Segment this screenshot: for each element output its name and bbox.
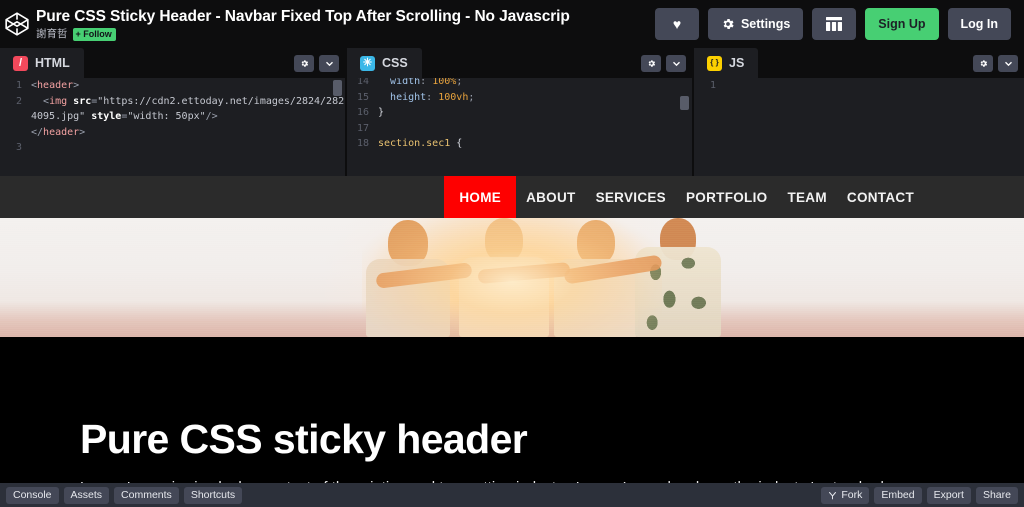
settings-button[interactable]: Settings: [707, 8, 804, 40]
console-button[interactable]: Console: [6, 486, 59, 504]
codepen-top-bar: Pure CSS Sticky Header - Navbar Fixed To…: [0, 0, 1024, 48]
js-code-area[interactable]: 1: [694, 78, 1024, 176]
hero-text-section: Pure CSS sticky header Lorem Ipsum is si…: [0, 337, 1024, 483]
bottom-toolbar: Console Assets Comments Shortcuts Fork E…: [0, 483, 1024, 507]
html-settings-gear-icon[interactable]: [294, 54, 314, 72]
tab-js[interactable]: { } JS: [694, 48, 759, 78]
comments-button[interactable]: Comments: [114, 486, 179, 504]
assets-button[interactable]: Assets: [63, 486, 110, 504]
css-editor-header: ✳ CSS: [347, 48, 692, 78]
html-editor-scrollbar[interactable]: [333, 80, 342, 96]
js-collapse-chevron-down-icon[interactable]: [998, 54, 1018, 72]
share-button[interactable]: Share: [975, 486, 1018, 504]
nav-item-services[interactable]: SERVICES: [586, 176, 676, 218]
layout-button[interactable]: [812, 8, 857, 40]
html-badge-icon: /: [13, 55, 28, 71]
css-code-lines: width: 100%; height: 100vh; } section.se…: [378, 76, 475, 149]
js-badge-icon: { }: [707, 55, 722, 71]
editor-panels: / HTML 123 <header> <img src="https://cd…: [0, 48, 1024, 176]
css-editor-scrollbar[interactable]: [680, 96, 689, 110]
nav-item-team[interactable]: TEAM: [777, 176, 836, 218]
hero-photo-inner: [0, 218, 1024, 337]
bottom-right-group: Fork Embed Export Share: [821, 486, 1018, 504]
fork-icon: [828, 491, 837, 500]
photo-grain-texture: [0, 218, 1024, 337]
settings-label: Settings: [740, 17, 791, 31]
tab-html[interactable]: / HTML: [0, 48, 84, 78]
css-collapse-chevron-down-icon[interactable]: [666, 54, 686, 72]
follow-button[interactable]: + Follow: [72, 27, 116, 41]
heart-button[interactable]: ♥: [654, 8, 699, 40]
js-label: JS: [729, 56, 745, 70]
html-collapse-chevron-down-icon[interactable]: [319, 54, 339, 72]
pen-meta: Pure CSS Sticky Header - Navbar Fixed To…: [34, 8, 655, 41]
js-gutter: 1: [709, 80, 716, 91]
topbar-actions: ♥ Settings Sign Up Log In: [654, 8, 1024, 40]
css-code-area[interactable]: 14 15 16 17 18 width: 100%; height: 100vh; }…: [347, 74, 692, 172]
page-title: Pure CSS Sticky Header - Navbar Fixed To…: [36, 7, 570, 25]
author-name[interactable]: 謝育哲: [36, 28, 68, 40]
css-gutter: 14 15 16 17 18: [356, 76, 369, 149]
css-editor-panel: ✳ CSS 14 15 16 17 18 width: 100%; height: 10…: [347, 48, 694, 176]
html-gutter: 123: [15, 80, 22, 153]
signup-button[interactable]: Sign Up: [865, 8, 939, 40]
html-editor-panel: / HTML 123 <header> <img src="https://cd…: [0, 48, 347, 176]
export-button[interactable]: Export: [926, 486, 971, 504]
shortcuts-button[interactable]: Shortcuts: [183, 486, 243, 504]
nav-item-portfolio[interactable]: PORTFOLIO: [676, 176, 777, 218]
hero-photo: [0, 218, 1024, 337]
nav-item-contact[interactable]: CONTACT: [837, 176, 924, 218]
css-settings-gear-icon[interactable]: [641, 54, 661, 72]
layout-icon: [826, 17, 843, 31]
codepen-logo[interactable]: [0, 0, 34, 48]
embed-button[interactable]: Embed: [874, 486, 922, 504]
js-editor-header: { } JS: [694, 48, 1024, 78]
preview-pane: HOME ABOUT SERVICES PORTFOLIO TEAM CONTA…: [0, 176, 1024, 483]
bottom-left-group: Console Assets Comments Shortcuts: [6, 486, 243, 504]
js-editor-panel: { } JS 1: [694, 48, 1024, 176]
js-settings-gear-icon[interactable]: [973, 54, 993, 72]
nav-item-home[interactable]: HOME: [444, 176, 517, 218]
preview-site-navbar: HOME ABOUT SERVICES PORTFOLIO TEAM CONTA…: [0, 176, 1024, 218]
fork-button[interactable]: Fork: [821, 486, 870, 504]
tab-css[interactable]: ✳ CSS: [347, 48, 422, 78]
fork-label: Fork: [841, 489, 863, 501]
html-label: HTML: [35, 56, 70, 70]
hero-heading: Pure CSS sticky header: [80, 416, 528, 462]
nav-item-about[interactable]: ABOUT: [516, 176, 586, 218]
heart-icon: ♥: [672, 16, 682, 32]
html-code-area[interactable]: 123 <header> <img src="https://cdn2.etto…: [0, 78, 345, 176]
html-editor-header: / HTML: [0, 48, 345, 78]
html-code-lines: <header> <img src="https://cdn2.ettoday.…: [31, 80, 345, 138]
gear-icon: [721, 17, 735, 31]
css-badge-icon: ✳: [360, 55, 375, 71]
js-code-lines: [721, 78, 1024, 176]
login-button[interactable]: Log In: [947, 8, 1011, 40]
author-row: 謝育哲 + Follow: [36, 27, 655, 41]
css-label: CSS: [382, 56, 408, 70]
